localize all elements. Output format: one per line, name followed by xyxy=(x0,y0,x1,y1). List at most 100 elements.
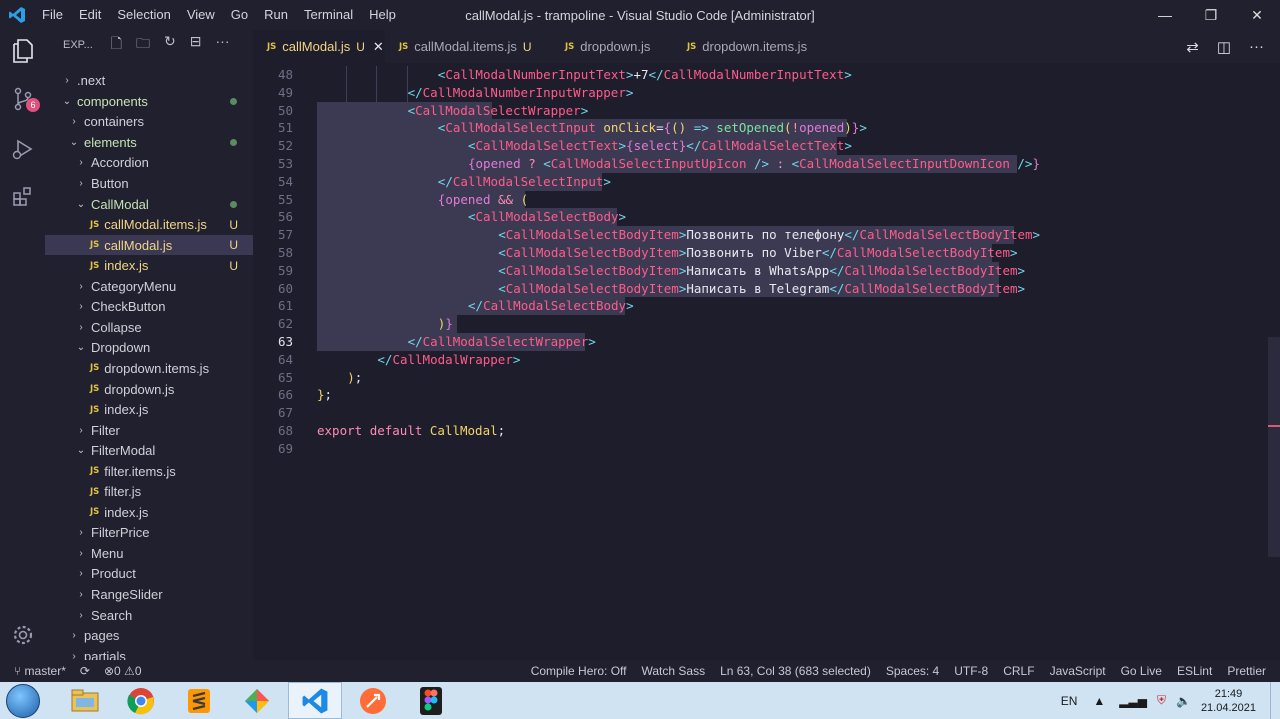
folder-item[interactable]: › Collapse xyxy=(45,317,253,338)
folder-item[interactable]: ⌄ elements xyxy=(45,132,253,153)
code-line[interactable]: 54 </CallModalSelectInput> xyxy=(253,173,1268,191)
status-item[interactable]: Spaces: 4 xyxy=(886,664,939,678)
folder-item[interactable]: › FilterPrice xyxy=(45,523,253,544)
folder-item[interactable]: › Product xyxy=(45,564,253,585)
compare-changes-icon[interactable]: ⇄ xyxy=(1186,38,1199,56)
file-item[interactable]: JS filter.js xyxy=(45,482,253,503)
folder-item[interactable]: ⌄ components xyxy=(45,91,253,112)
folder-item[interactable]: › containers xyxy=(45,112,253,133)
split-editor-icon[interactable]: ◫ xyxy=(1217,38,1231,56)
code-line[interactable]: 62)} xyxy=(253,315,1268,333)
folder-item[interactable]: ⌄ Dropdown xyxy=(45,338,253,359)
code-line[interactable]: 53 {opened ? <CallModalSelectInputUpIcon … xyxy=(253,155,1268,173)
close-tab-icon[interactable]: ✕ xyxy=(373,39,384,55)
code-line[interactable]: 51 <CallModalSelectInput onClick={() => s… xyxy=(253,119,1268,137)
security-icon[interactable]: ⛨ xyxy=(1157,693,1166,708)
code-line[interactable]: 56 <CallModalSelectBody> xyxy=(253,208,1268,226)
code-line[interactable]: 67 xyxy=(253,404,1268,422)
menu-item-terminal[interactable]: Terminal xyxy=(296,0,361,30)
new-file-icon[interactable]: 🗋 xyxy=(111,33,122,57)
folder-item[interactable]: › Filter xyxy=(45,420,253,441)
file-item[interactable]: JS index.js U xyxy=(45,255,253,276)
code-line[interactable]: 59 <CallModalSelectBodyItem>Написать в Wh… xyxy=(253,262,1268,280)
folder-item[interactable]: › Search xyxy=(45,605,253,626)
folder-item[interactable]: › Button xyxy=(45,173,253,194)
problems-indicator[interactable]: ⊗0 ⚠0 xyxy=(104,664,142,678)
network-icon[interactable]: ▂▃▅ xyxy=(1119,694,1147,708)
tray-expand-icon[interactable]: ▲ xyxy=(1093,694,1105,708)
language-indicator[interactable]: EN xyxy=(1061,694,1078,708)
status-item[interactable]: ESLint xyxy=(1177,664,1212,678)
code-line[interactable]: 63 </CallModalSelectWrapper> xyxy=(253,333,1268,351)
code-line[interactable]: 48 <CallModalNumberInputText>+7</CallModa… xyxy=(253,66,1268,84)
vscode-taskbar-icon[interactable] xyxy=(288,682,342,719)
status-item[interactable]: Go Live xyxy=(1121,664,1162,678)
new-folder-icon[interactable]: 🗀 xyxy=(136,33,150,57)
sourcetree-icon[interactable] xyxy=(230,682,284,719)
run-debug-icon[interactable] xyxy=(8,134,38,164)
code-line[interactable]: 52 <CallModalSelectText>{select}</CallMod… xyxy=(253,137,1268,155)
status-item[interactable]: Prettier xyxy=(1227,664,1266,678)
menu-item-file[interactable]: File xyxy=(34,0,71,30)
code-line[interactable]: 64 </CallModalWrapper> xyxy=(253,351,1268,369)
refresh-icon[interactable]: ↻ xyxy=(164,33,176,57)
file-item[interactable]: JS callModal.js U xyxy=(45,234,253,256)
file-explorer-icon[interactable] xyxy=(58,682,112,719)
code-line[interactable]: 69 xyxy=(253,440,1268,458)
start-button-icon[interactable] xyxy=(6,684,40,718)
code-line[interactable]: 60 <CallModalSelectBodyItem>Написать в Te… xyxy=(253,280,1268,298)
code-editor[interactable]: 48 <CallModalNumberInputText>+7</CallModa… xyxy=(253,63,1280,660)
menu-item-run[interactable]: Run xyxy=(256,0,296,30)
more-actions-icon[interactable]: ··· xyxy=(1249,38,1264,55)
collapse-all-icon[interactable]: ⊟ xyxy=(190,33,202,57)
sublime-text-icon[interactable] xyxy=(172,682,226,719)
scrollbar-thumb[interactable] xyxy=(1268,337,1280,557)
file-item[interactable]: JS dropdown.items.js xyxy=(45,358,253,379)
file-item[interactable]: JS index.js xyxy=(45,502,253,523)
sync-icon[interactable]: ⟳ xyxy=(80,664,90,678)
more-actions-icon[interactable]: ··· xyxy=(216,33,230,57)
menu-item-help[interactable]: Help xyxy=(361,0,404,30)
settings-gear-icon[interactable] xyxy=(8,620,38,650)
menu-item-view[interactable]: View xyxy=(179,0,223,30)
extensions-icon[interactable] xyxy=(8,182,38,212)
volume-icon[interactable]: 🔈 xyxy=(1176,694,1191,708)
menu-item-go[interactable]: Go xyxy=(223,0,256,30)
source-control-icon[interactable]: 6 xyxy=(8,84,40,114)
code-line[interactable]: 50 <CallModalSelectWrapper> xyxy=(253,102,1268,120)
folder-item[interactable]: › Menu xyxy=(45,543,253,564)
status-item[interactable]: UTF-8 xyxy=(954,664,988,678)
branch-indicator[interactable]: ⑂ master* xyxy=(14,664,66,678)
folder-item[interactable]: › CheckButton xyxy=(45,297,253,318)
tab-dropdown-js[interactable]: JS dropdown.js xyxy=(551,30,673,63)
tab-dropdown-items-js[interactable]: JS dropdown.items.js xyxy=(673,30,811,63)
tab-callmodal-js[interactable]: JS callModal.js U ✕ xyxy=(253,30,385,63)
menu-item-edit[interactable]: Edit xyxy=(71,0,109,30)
file-item[interactable]: JS dropdown.js xyxy=(45,379,253,400)
folder-item[interactable]: › pages xyxy=(45,625,253,646)
code-line[interactable]: 57 <CallModalSelectBodyItem>Позвонить по … xyxy=(253,226,1268,244)
folder-item[interactable]: ⌄ FilterModal xyxy=(45,440,253,461)
menu-item-selection[interactable]: Selection xyxy=(109,0,178,30)
chrome-icon[interactable] xyxy=(114,682,168,719)
code-line[interactable]: 65); xyxy=(253,369,1268,387)
folder-item[interactable]: ⌄ CallModal xyxy=(45,194,253,215)
folder-item[interactable]: › .next xyxy=(45,71,253,92)
close-window-button[interactable]: ✕ xyxy=(1234,0,1280,30)
explorer-icon[interactable] xyxy=(8,36,38,66)
file-item[interactable]: JS filter.items.js xyxy=(45,461,253,482)
status-item[interactable]: Compile Hero: Off xyxy=(531,664,627,678)
code-line[interactable]: 49 </CallModalNumberInputWrapper> xyxy=(253,84,1268,102)
minimize-button[interactable]: — xyxy=(1142,0,1188,30)
code-line[interactable]: 58 <CallModalSelectBodyItem>Позвонить по … xyxy=(253,244,1268,262)
postman-icon[interactable] xyxy=(346,682,400,719)
figma-icon[interactable] xyxy=(404,682,458,719)
tab-callmodal-items-js[interactable]: JS callModal.items.js U xyxy=(385,30,551,63)
code-line[interactable]: 61 </CallModalSelectBody> xyxy=(253,297,1268,315)
code-line[interactable]: 66}; xyxy=(253,386,1268,404)
clock[interactable]: 21:49 21.04.2021 xyxy=(1201,687,1256,715)
maximize-button[interactable]: ❐ xyxy=(1188,0,1234,30)
folder-item[interactable]: › CategoryMenu xyxy=(45,276,253,297)
folder-item[interactable]: › Accordion xyxy=(45,153,253,174)
folder-item[interactable]: › RangeSlider xyxy=(45,584,253,605)
